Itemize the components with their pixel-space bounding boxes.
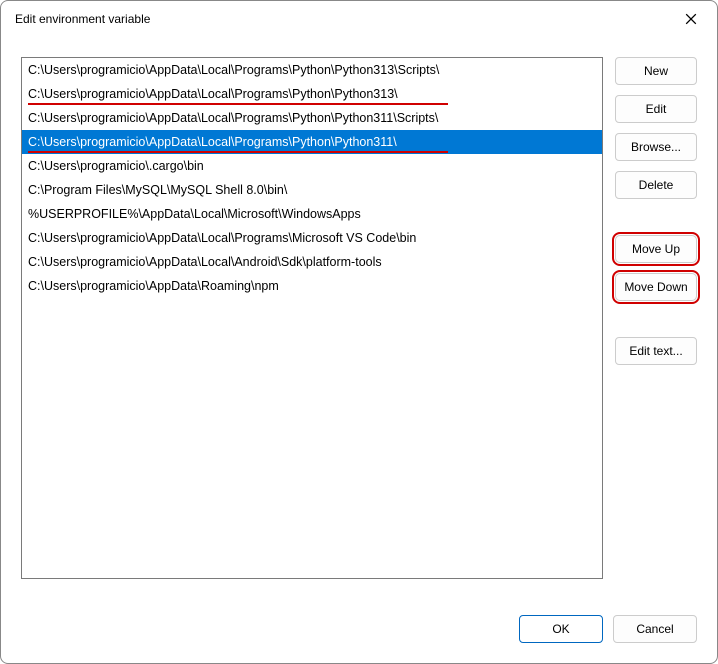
dialog-title: Edit environment variable (15, 12, 150, 26)
path-list-item[interactable]: C:\Users\programicio\.cargo\bin (22, 154, 602, 178)
titlebar: Edit environment variable (1, 1, 717, 37)
cancel-button[interactable]: Cancel (613, 615, 697, 643)
path-list-item[interactable]: C:\Users\programicio\AppData\Roaming\npm (22, 274, 602, 298)
bottom-button-bar: OK Cancel (1, 597, 717, 663)
close-icon (685, 13, 697, 25)
spacer (615, 311, 697, 327)
edit-button[interactable]: Edit (615, 95, 697, 123)
path-list-item[interactable]: C:\Users\programicio\AppData\Local\Andro… (22, 250, 602, 274)
browse-button[interactable]: Browse... (615, 133, 697, 161)
dialog-content: C:\Users\programicio\AppData\Local\Progr… (1, 37, 717, 597)
delete-button[interactable]: Delete (615, 171, 697, 199)
move-up-button[interactable]: Move Up (615, 235, 697, 263)
annotation-underline (28, 103, 448, 105)
path-listbox[interactable]: C:\Users\programicio\AppData\Local\Progr… (21, 57, 603, 579)
move-down-button[interactable]: Move Down (615, 273, 697, 301)
path-list-item[interactable]: C:\Users\programicio\AppData\Local\Progr… (22, 226, 602, 250)
path-list-item[interactable]: %USERPROFILE%\AppData\Local\Microsoft\Wi… (22, 202, 602, 226)
spacer (615, 209, 697, 225)
close-button[interactable] (677, 5, 705, 33)
path-list-item[interactable]: C:\Users\programicio\AppData\Local\Progr… (22, 82, 602, 106)
side-button-column: New Edit Browse... Delete Move Up Move D… (615, 57, 697, 597)
edit-text-button[interactable]: Edit text... (615, 337, 697, 365)
annotation-underline (28, 151, 448, 153)
edit-env-var-dialog: Edit environment variable C:\Users\progr… (0, 0, 718, 664)
ok-button[interactable]: OK (519, 615, 603, 643)
path-list-item[interactable]: C:\Program Files\MySQL\MySQL Shell 8.0\b… (22, 178, 602, 202)
path-list-item[interactable]: C:\Users\programicio\AppData\Local\Progr… (22, 130, 602, 154)
path-list-item[interactable]: C:\Users\programicio\AppData\Local\Progr… (22, 106, 602, 130)
path-list-item[interactable]: C:\Users\programicio\AppData\Local\Progr… (22, 58, 602, 82)
new-button[interactable]: New (615, 57, 697, 85)
